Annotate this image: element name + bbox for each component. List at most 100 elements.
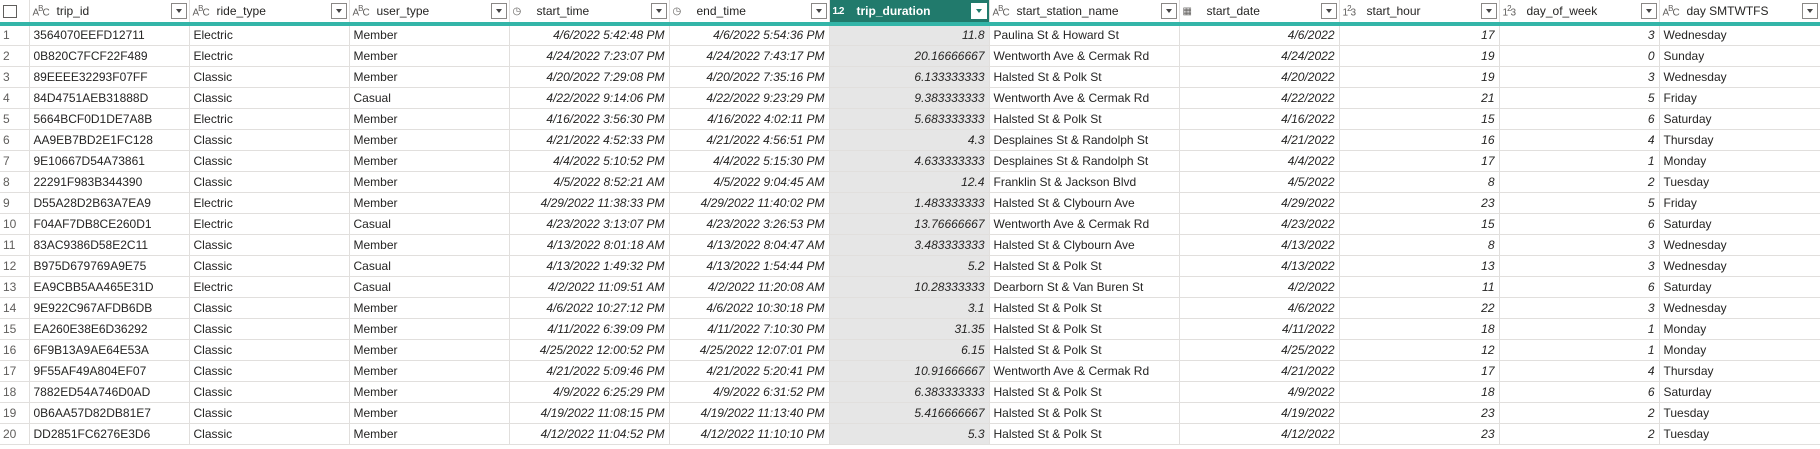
ride-type-cell[interactable]: Classic <box>189 234 350 256</box>
start-hour-cell[interactable]: 19 <box>1339 66 1500 88</box>
trip-duration-cell[interactable]: 20.16666667 <box>829 45 990 67</box>
end-time-cell[interactable]: 4/13/2022 8:04:47 AM <box>669 234 830 256</box>
start-time-cell[interactable]: 4/13/2022 8:01:18 AM <box>509 234 670 256</box>
trip-duration-cell[interactable]: 10.91666667 <box>829 360 990 382</box>
end-time-cell[interactable]: 4/25/2022 12:07:01 PM <box>669 339 830 361</box>
start-date-cell[interactable]: 4/23/2022 <box>1179 213 1340 235</box>
row-number[interactable]: 19 <box>0 402 30 424</box>
start-station-name-cell[interactable]: Halsted St & Polk St <box>989 339 1180 361</box>
start-date-cell[interactable]: 4/21/2022 <box>1179 360 1340 382</box>
start-station-name-cell[interactable]: Halsted St & Polk St <box>989 108 1180 130</box>
table-row[interactable]: 12 B975D679769A9E75 Classic Casual 4/13/2022… <box>0 255 1820 277</box>
start-hour-cell[interactable]: 17 <box>1339 24 1500 46</box>
start-date-cell[interactable]: 4/25/2022 <box>1179 339 1340 361</box>
day-of-week-cell[interactable]: 1 <box>1499 318 1660 340</box>
start-date-cell[interactable]: 4/5/2022 <box>1179 171 1340 193</box>
user-type-cell[interactable]: Casual <box>349 87 510 109</box>
start-station-name-cell[interactable]: Wentworth Ave & Cermak Rd <box>989 360 1180 382</box>
start-date-cell[interactable]: 4/4/2022 <box>1179 150 1340 172</box>
column-header-start-time[interactable]: ◷ start_time <box>509 0 670 26</box>
column-filter-dropdown[interactable] <box>970 3 987 19</box>
end-time-cell[interactable]: 4/29/2022 11:40:02 PM <box>669 192 830 214</box>
column-filter-dropdown[interactable] <box>170 3 187 19</box>
table-row[interactable]: 20 DD2851FC6276E3D6 Classic Member 4/12/2022… <box>0 423 1820 445</box>
start-time-cell[interactable]: 4/6/2022 10:27:12 PM <box>509 297 670 319</box>
end-time-cell[interactable]: 4/6/2022 5:54:36 PM <box>669 24 830 46</box>
table-row[interactable]: 2 0B820C7FCF22F489 Electric Member 4/24/2022… <box>0 45 1820 67</box>
end-time-cell[interactable]: 4/2/2022 11:20:08 AM <box>669 276 830 298</box>
column-header-trip-duration[interactable]: 1.2 trip_duration <box>829 0 990 26</box>
table-row[interactable]: 8 22291F983B344390 Classic Member 4/5/2022 8… <box>0 171 1820 193</box>
start-date-cell[interactable]: 4/21/2022 <box>1179 129 1340 151</box>
column-filter-dropdown[interactable] <box>650 3 667 19</box>
ride-type-cell[interactable]: Classic <box>189 423 350 445</box>
trip-duration-cell[interactable]: 5.3 <box>829 423 990 445</box>
end-time-cell[interactable]: 4/16/2022 4:02:11 PM <box>669 108 830 130</box>
table-row[interactable]: 15 EA260E38E6D36292 Classic Member 4/11/2022… <box>0 318 1820 340</box>
start-time-cell[interactable]: 4/25/2022 12:00:52 PM <box>509 339 670 361</box>
end-time-cell[interactable]: 4/11/2022 7:10:30 PM <box>669 318 830 340</box>
start-time-cell[interactable]: 4/20/2022 7:29:08 PM <box>509 66 670 88</box>
start-date-cell[interactable]: 4/16/2022 <box>1179 108 1340 130</box>
trip-id-cell[interactable]: 89EEEE32293F07FF <box>29 66 190 88</box>
start-date-cell[interactable]: 4/13/2022 <box>1179 234 1340 256</box>
row-number[interactable]: 6 <box>0 129 30 151</box>
user-type-cell[interactable]: Member <box>349 108 510 130</box>
column-header-start-date[interactable]: ▦ start_date <box>1179 0 1340 26</box>
end-time-cell[interactable]: 4/19/2022 11:13:40 PM <box>669 402 830 424</box>
day-name-cell[interactable]: Wednesday <box>1659 66 1820 88</box>
column-filter-dropdown[interactable] <box>330 3 347 19</box>
row-number[interactable]: 12 <box>0 255 30 277</box>
day-name-cell[interactable]: Tuesday <box>1659 423 1820 445</box>
trip-id-cell[interactable]: F04AF7DB8CE260D1 <box>29 213 190 235</box>
table-row[interactable]: 9 D55A28D2B63A7EA9 Electric Member 4/29/2022… <box>0 192 1820 214</box>
trip-duration-cell[interactable]: 31.35 <box>829 318 990 340</box>
trip-id-cell[interactable]: 9F55AF49A804EF07 <box>29 360 190 382</box>
row-number[interactable]: 15 <box>0 318 30 340</box>
trip-id-cell[interactable]: B975D679769A9E75 <box>29 255 190 277</box>
start-station-name-cell[interactable]: Halsted St & Polk St <box>989 66 1180 88</box>
user-type-cell[interactable]: Member <box>349 66 510 88</box>
day-name-cell[interactable]: Monday <box>1659 339 1820 361</box>
start-station-name-cell[interactable]: Halsted St & Polk St <box>989 297 1180 319</box>
trip-id-cell[interactable]: 0B6AA57D82DB81E7 <box>29 402 190 424</box>
table-row[interactable]: 5 5664BCF0D1DE7A8B Electric Member 4/16/2022… <box>0 108 1820 130</box>
trip-duration-cell[interactable]: 5.2 <box>829 255 990 277</box>
user-type-cell[interactable]: Member <box>349 192 510 214</box>
trip-duration-cell[interactable]: 6.383333333 <box>829 381 990 403</box>
column-header-start-station-name[interactable]: ABC start_station_name <box>989 0 1180 26</box>
row-number[interactable]: 13 <box>0 276 30 298</box>
end-time-cell[interactable]: 4/20/2022 7:35:16 PM <box>669 66 830 88</box>
trip-id-cell[interactable]: EA260E38E6D36292 <box>29 318 190 340</box>
day-of-week-cell[interactable]: 1 <box>1499 339 1660 361</box>
column-header-day-smtwtfs[interactable]: ABC day SMTWTFS <box>1659 0 1820 26</box>
user-type-cell[interactable]: Casual <box>349 213 510 235</box>
ride-type-cell[interactable]: Classic <box>189 87 350 109</box>
start-hour-cell[interactable]: 15 <box>1339 108 1500 130</box>
day-of-week-cell[interactable]: 3 <box>1499 66 1660 88</box>
trip-id-cell[interactable]: 9E10667D54A73861 <box>29 150 190 172</box>
trip-duration-cell[interactable]: 6.15 <box>829 339 990 361</box>
column-header-user-type[interactable]: ABC user_type <box>349 0 510 26</box>
day-name-cell[interactable]: Friday <box>1659 87 1820 109</box>
day-name-cell[interactable]: Sunday <box>1659 45 1820 67</box>
day-name-cell[interactable]: Thursday <box>1659 129 1820 151</box>
table-row[interactable]: 7 9E10667D54A73861 Classic Member 4/4/2022 5… <box>0 150 1820 172</box>
day-name-cell[interactable]: Wednesday <box>1659 234 1820 256</box>
day-of-week-cell[interactable]: 6 <box>1499 381 1660 403</box>
end-time-cell[interactable]: 4/9/2022 6:31:52 PM <box>669 381 830 403</box>
row-number[interactable]: 1 <box>0 24 30 46</box>
end-time-cell[interactable]: 4/21/2022 4:56:51 PM <box>669 129 830 151</box>
column-header-end-time[interactable]: ◷ end_time <box>669 0 830 26</box>
column-filter-dropdown[interactable] <box>1320 3 1337 19</box>
ride-type-cell[interactable]: Electric <box>189 276 350 298</box>
day-name-cell[interactable]: Friday <box>1659 192 1820 214</box>
day-of-week-cell[interactable]: 3 <box>1499 24 1660 46</box>
trip-duration-cell[interactable]: 5.416666667 <box>829 402 990 424</box>
column-filter-dropdown[interactable] <box>490 3 507 19</box>
start-date-cell[interactable]: 4/2/2022 <box>1179 276 1340 298</box>
table-row[interactable]: 4 84D4751AEB31888D Classic Casual 4/22/2022 … <box>0 87 1820 109</box>
day-name-cell[interactable]: Monday <box>1659 318 1820 340</box>
start-time-cell[interactable]: 4/13/2022 1:49:32 PM <box>509 255 670 277</box>
start-hour-cell[interactable]: 18 <box>1339 381 1500 403</box>
